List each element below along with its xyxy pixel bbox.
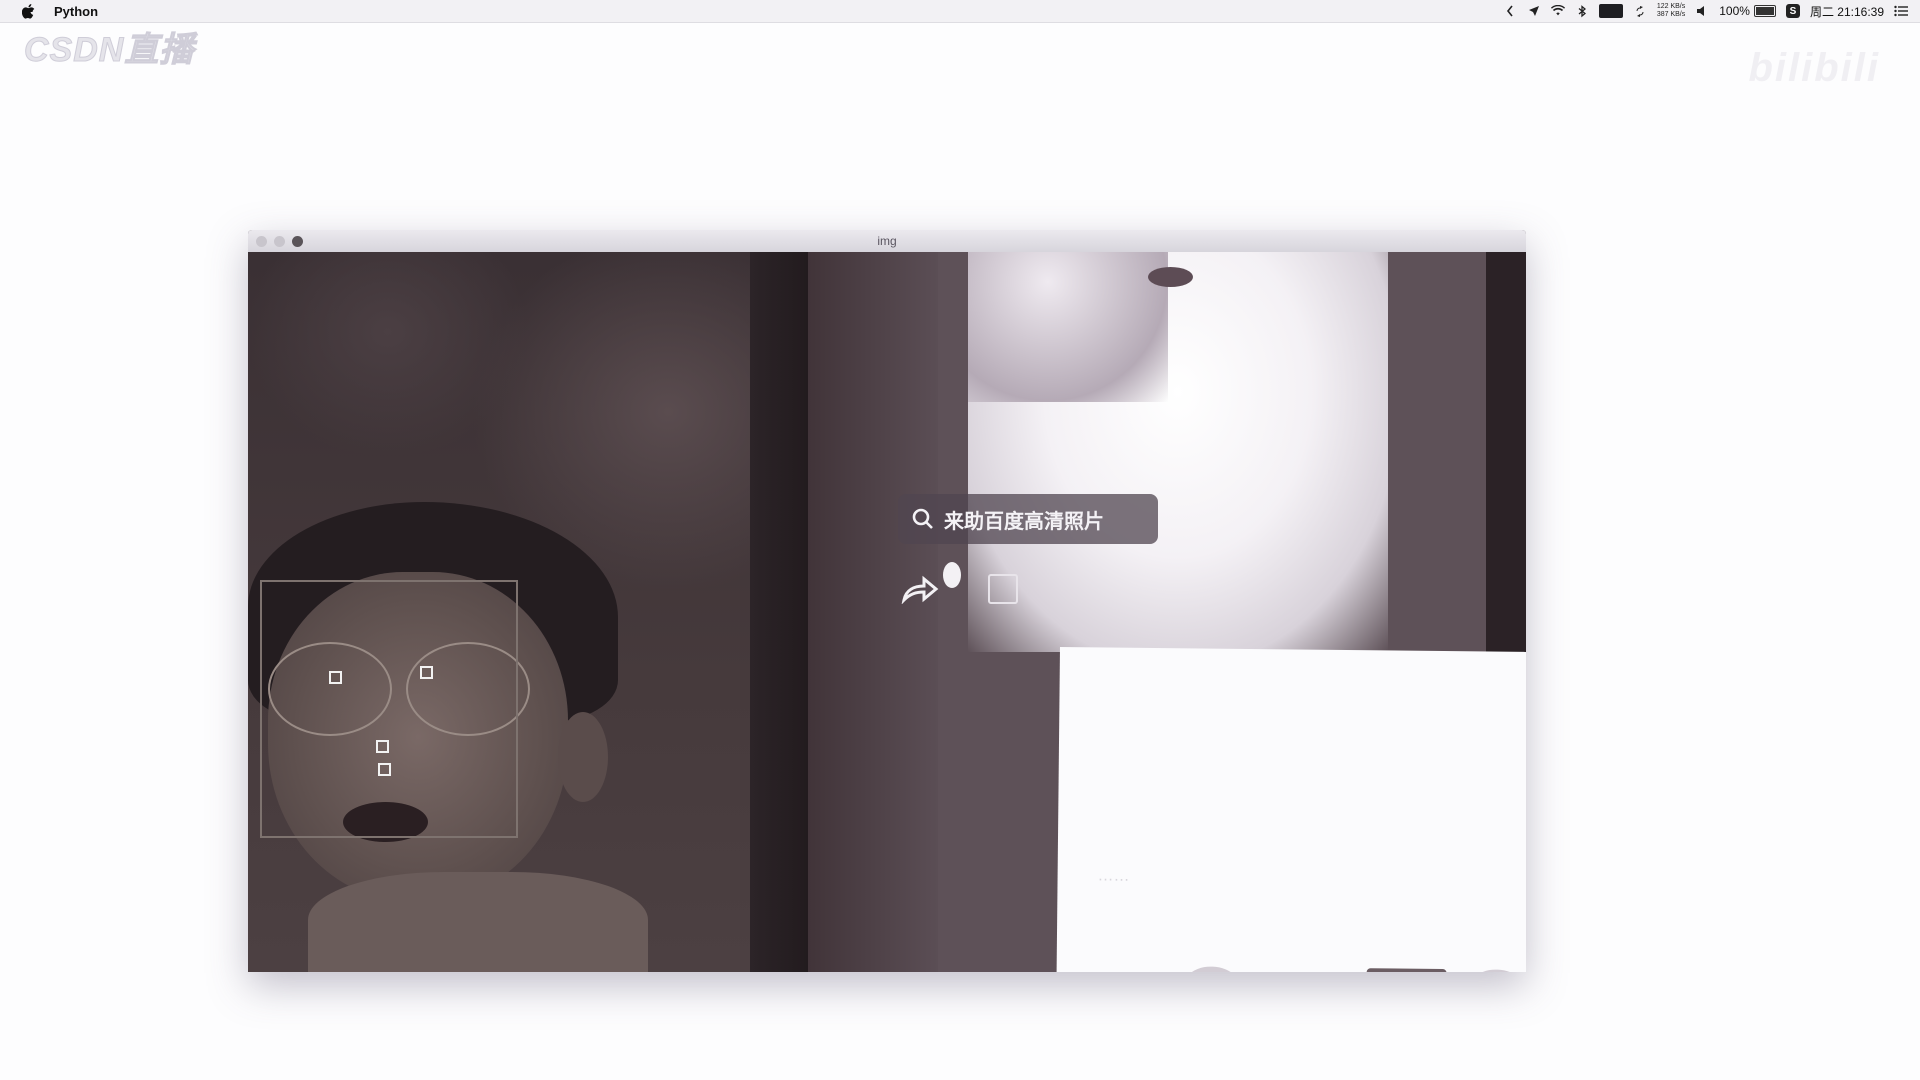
window-titlebar[interactable]: img [248,230,1526,253]
photo-dot-icon [943,562,961,588]
landmark-nose [376,740,389,753]
menubar-extra-icon[interactable] [1598,4,1623,18]
window-title: img [877,234,897,248]
landmark-right-eye [420,666,433,679]
img-window: img 来助百度高清照片 …… [248,230,1526,972]
landmark-mouth [378,763,391,776]
bluetooth-icon[interactable] [1575,4,1589,18]
status-area: 122 KB/s 387 KB/s 100% S 周二 21:16:39 [1503,0,1908,22]
share-icon [900,574,940,609]
photo-lips [1148,267,1193,287]
input-source-icon[interactable]: S [1785,4,1800,18]
baidu-search-pill: 来助百度高清照片 [898,494,1158,544]
thumbnail [1176,966,1247,972]
clock[interactable]: 周二 21:16:39 [1810,3,1884,20]
image-canvas: 来助百度高清照片 …… [248,252,1526,972]
location-arrow-icon[interactable] [1527,4,1541,18]
csdn-live-watermark: CSDN直播 [23,31,195,70]
battery-status[interactable]: 100% [1719,4,1776,18]
phone-screen-frame: 来助百度高清照片 …… [808,252,1526,972]
thumbnail [1461,969,1526,972]
wifi-icon[interactable] [1550,4,1565,18]
panel-faint-text: …… [1097,867,1130,885]
chevron-left-icon[interactable] [1503,4,1517,18]
app-menu-python[interactable]: Python [54,4,98,19]
landmark-left-eye [329,671,342,684]
search-icon [912,508,933,529]
volume-icon[interactable] [1695,4,1709,18]
cam-background-strip [750,252,808,972]
photo-square-icon [988,574,1018,604]
network-speed: 122 KB/s 387 KB/s [1657,3,1685,19]
white-screen-panel: …… [1056,647,1526,972]
battery-percent: 100% [1719,4,1750,18]
menubar: Python 122 KB/s 387 KB/s 100% S 周二 21:16… [0,0,1920,23]
bilibili-watermark: bilibili [1748,46,1880,90]
apple-menu-icon[interactable] [20,3,36,19]
photo-hair [968,252,1168,402]
face-detection-box [260,580,518,838]
webcam-frame [248,252,808,972]
screen-left-edge [808,252,938,972]
search-pill-text: 来助百度高清照片 [944,510,1104,533]
person-neck [308,872,648,972]
notification-center-icon[interactable] [1894,4,1908,18]
person-ear [558,712,608,802]
sync-icon[interactable] [1633,4,1647,18]
thumbnail [1366,968,1447,972]
net-up-speed: 122 KB/s [1656,3,1686,10]
net-down-speed: 387 KB/s [1656,11,1686,18]
battery-icon [1753,5,1776,17]
